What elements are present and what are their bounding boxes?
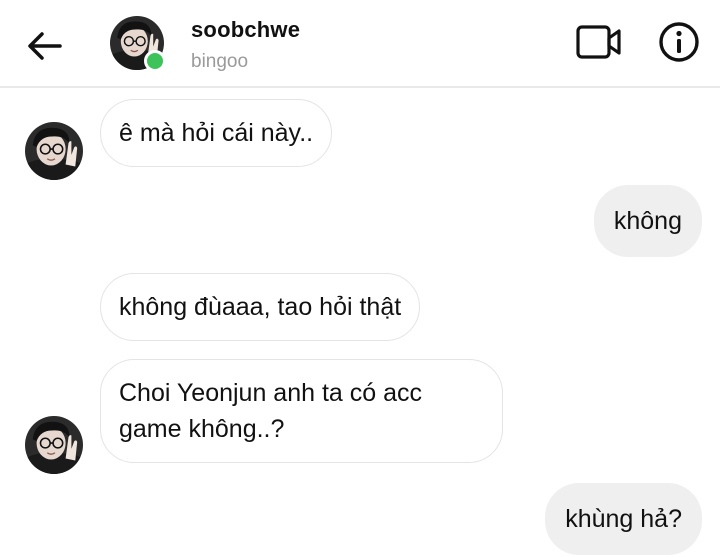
incoming-message-bubble[interactable]: không đùaaa, tao hỏi thật [100, 273, 421, 341]
back-button[interactable] [22, 24, 66, 68]
outgoing-message-bubble[interactable]: khùng hả? [545, 483, 702, 555]
video-call-button[interactable] [574, 22, 624, 62]
info-button[interactable] [657, 20, 701, 64]
arrow-left-icon [28, 32, 62, 60]
outgoing-message-bubble[interactable]: không [593, 185, 702, 257]
info-circle-icon [659, 22, 699, 62]
chat-header: soobchwe bingoo [0, 0, 720, 88]
incoming-message-bubble[interactable]: ê mà hỏi cái này.. [100, 99, 333, 167]
chat-subtitle: bingoo [191, 51, 249, 72]
chat-username[interactable]: soobchwe [191, 17, 300, 43]
avatar [25, 122, 83, 180]
online-status-indicator [144, 50, 166, 72]
message-sender-avatar[interactable] [25, 122, 83, 180]
video-camera-icon [576, 25, 621, 59]
message-sender-avatar[interactable] [25, 416, 83, 474]
avatar [25, 416, 83, 474]
header-avatar[interactable] [110, 16, 166, 72]
incoming-message-bubble[interactable]: Choi Yeonjun anh ta có acc game không..? [100, 359, 503, 463]
